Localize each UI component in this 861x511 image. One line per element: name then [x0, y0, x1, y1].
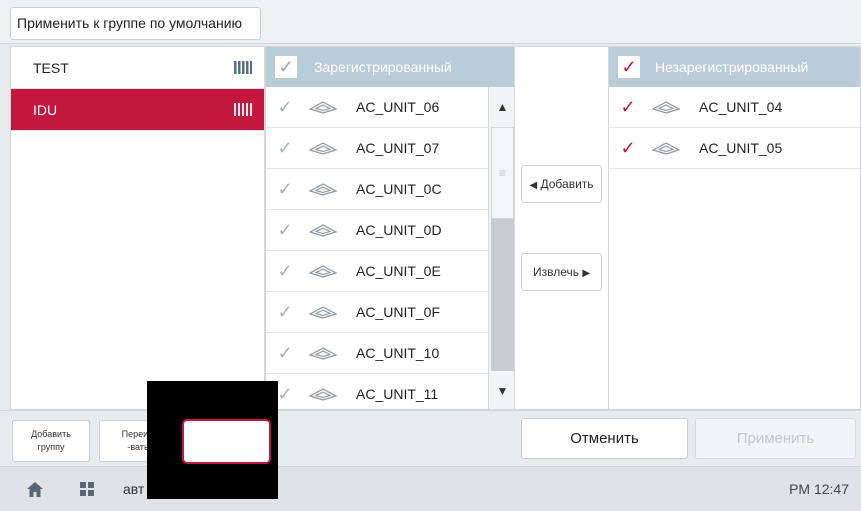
check-icon[interactable]: ✓ — [619, 87, 637, 128]
signal-bars-icon — [234, 61, 252, 74]
bottom-action-bar: Добавить группу Переим -вать Отменить Пр… — [0, 410, 861, 466]
remove-button[interactable]: Извлечь ▶ — [521, 253, 602, 291]
cancel-button[interactable]: Отменить — [521, 418, 688, 459]
check-icon[interactable]: ✓ — [276, 333, 294, 374]
group-item-label: TEST — [33, 60, 69, 76]
scroll-track[interactable]: ≡ — [491, 127, 514, 371]
list-item-label: AC_UNIT_11 — [356, 386, 439, 402]
remove-button-label: Извлечь — [532, 265, 579, 279]
select-all-registered-checkbox[interactable]: ✓ — [274, 55, 298, 79]
check-icon[interactable]: ✓ — [276, 128, 294, 169]
scroll-down-button[interactable]: ▼ — [489, 371, 514, 409]
group-item-label: IDU — [33, 102, 58, 118]
list-item[interactable]: ✓ AC_UNIT_0F — [266, 292, 488, 333]
list-item[interactable]: ✓ AC_UNIT_11 — [266, 374, 488, 409]
home-icon[interactable] — [26, 481, 44, 498]
redaction-overlay — [147, 381, 278, 499]
check-icon[interactable]: ✓ — [276, 169, 294, 210]
list-item[interactable]: ✓ AC_UNIT_07 — [266, 128, 488, 169]
unregistered-panel: ✓ Незарегистрированный ✓ AC_UNIT_04 ✓ AC… — [608, 46, 861, 410]
status-text: авт — [123, 481, 145, 497]
check-icon[interactable]: ✓ — [276, 374, 294, 409]
list-item-label: AC_UNIT_0E — [356, 263, 441, 279]
list-item-label: AC_UNIT_06 — [356, 99, 440, 115]
ceiling-cassette-icon — [308, 265, 338, 278]
ceiling-cassette-icon — [308, 347, 338, 360]
scroll-thumb[interactable]: ≡ — [491, 127, 514, 219]
list-item-label: AC_UNIT_0C — [356, 181, 442, 197]
ceiling-cassette-icon — [308, 142, 338, 155]
ceiling-cassette-icon — [308, 306, 338, 319]
list-item-label: AC_UNIT_0D — [356, 222, 442, 238]
signal-bars-icon — [234, 103, 252, 116]
add-button[interactable]: ◀ Добавить — [521, 165, 602, 203]
list-item[interactable]: ✓ AC_UNIT_06 — [266, 87, 488, 128]
group-item-idu[interactable]: IDU — [11, 89, 264, 131]
list-item[interactable]: ✓ AC_UNIT_10 — [266, 333, 488, 374]
registered-scrollbar[interactable]: ▲ ≡ ▼ — [488, 87, 514, 409]
apply-to-default-group-button[interactable]: Применить к группе по умолчанию — [10, 7, 261, 40]
ceiling-cassette-icon — [308, 224, 338, 237]
ceiling-cassette-icon — [308, 183, 338, 196]
check-icon: ✓ — [278, 57, 294, 77]
list-item-label: AC_UNIT_05 — [699, 140, 783, 156]
registered-header: ✓ Зарегистрированный — [266, 47, 514, 87]
check-icon[interactable]: ✓ — [276, 251, 294, 292]
top-bar: Применить к группе по умолчанию — [0, 0, 861, 44]
arrow-right-icon: ▶ — [582, 268, 591, 279]
list-item-label: AC_UNIT_0F — [356, 304, 441, 320]
registered-header-label: Зарегистрированный — [314, 59, 452, 75]
group-list: TEST IDU — [10, 46, 265, 410]
list-item-label: AC_UNIT_10 — [356, 345, 440, 361]
group-item-test[interactable]: TEST — [11, 47, 264, 89]
list-item[interactable]: ✓ AC_UNIT_05 — [609, 128, 860, 169]
check-icon[interactable]: ✓ — [276, 87, 294, 128]
add-group-button[interactable]: Добавить группу — [12, 420, 90, 462]
check-icon: ✓ — [621, 57, 637, 77]
highlighted-field[interactable] — [182, 419, 271, 464]
scroll-up-button[interactable]: ▲ — [489, 87, 514, 127]
list-item[interactable]: ✓ AC_UNIT_0E — [266, 251, 488, 292]
list-item[interactable]: ✓ AC_UNIT_04 — [609, 87, 860, 128]
ceiling-cassette-icon — [651, 142, 681, 155]
add-button-label: Добавить — [540, 177, 594, 191]
check-icon[interactable]: ✓ — [276, 210, 294, 251]
status-bar: авт PM 12:47 — [0, 466, 861, 511]
select-all-unregistered-checkbox[interactable]: ✓ — [617, 55, 641, 79]
arrow-left-icon: ◀ — [529, 180, 538, 191]
ceiling-cassette-icon — [651, 101, 681, 114]
list-item[interactable]: ✓ AC_UNIT_0D — [266, 210, 488, 251]
transfer-column: ◀ Добавить Извлечь ▶ — [515, 46, 608, 410]
grid-icon[interactable] — [80, 482, 94, 496]
list-item-label: AC_UNIT_04 — [699, 99, 783, 115]
clock: PM 12:47 — [789, 481, 849, 497]
list-item[interactable]: ✓ AC_UNIT_0C — [266, 169, 488, 210]
unregistered-header: ✓ Незарегистрированный — [609, 47, 860, 87]
unregistered-header-label: Незарегистрированный — [655, 59, 809, 75]
check-icon[interactable]: ✓ — [619, 128, 637, 169]
add-group-label-line2: группу — [37, 442, 65, 452]
list-item-label: AC_UNIT_07 — [356, 140, 440, 156]
apply-button: Применить — [695, 418, 856, 459]
ceiling-cassette-icon — [308, 101, 338, 114]
check-icon[interactable]: ✓ — [276, 292, 294, 333]
add-group-label-line1: Добавить — [31, 429, 71, 439]
registered-panel: ✓ Зарегистрированный ✓ AC_UNIT_06 ✓ AC_U… — [265, 46, 515, 410]
ceiling-cassette-icon — [308, 388, 338, 401]
